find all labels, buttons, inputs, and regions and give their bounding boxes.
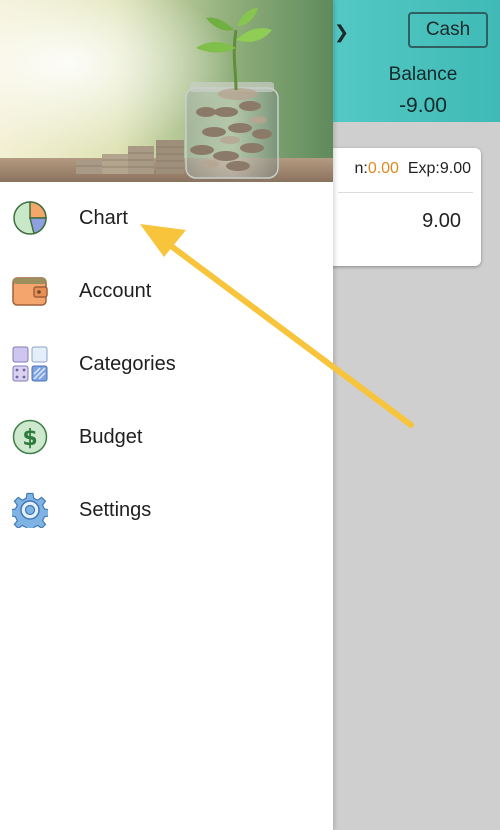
menu-item-settings[interactable]: Settings xyxy=(0,474,333,547)
menu-item-chart[interactable]: Chart xyxy=(0,182,333,255)
expense-label: Exp: xyxy=(407,160,440,177)
gear-icon xyxy=(9,492,50,533)
menu-item-account[interactable]: Account xyxy=(0,255,333,328)
wallet-icon xyxy=(12,273,48,309)
balance-value: -9.00 xyxy=(399,94,447,117)
income-value: 0.00 xyxy=(367,160,399,177)
navigation-drawer: Chart Account Categories $ Budget Settin… xyxy=(0,0,333,830)
menu-item-label: Categories xyxy=(79,353,176,375)
summary-card[interactable]: n:0.00 Exp:9.00 9.00 xyxy=(318,148,481,266)
menu-item-budget[interactable]: $ Budget xyxy=(0,401,333,474)
drawer-header-image xyxy=(0,0,333,182)
dollar-icon: $ xyxy=(12,419,48,455)
drawer-menu: Chart Account Categories $ Budget Settin… xyxy=(0,182,333,547)
card-divider xyxy=(338,192,473,193)
income-label: n: xyxy=(354,160,368,177)
chevron-right-icon[interactable]: ❯ xyxy=(334,22,349,43)
income-expense-row: n:0.00 Exp:9.00 xyxy=(318,160,471,186)
expense-value: 9.00 xyxy=(439,160,471,177)
menu-item-label: Budget xyxy=(79,426,143,448)
coin-jar-illustration xyxy=(0,0,333,182)
menu-item-label: Account xyxy=(79,280,152,302)
pie-chart-icon xyxy=(12,200,48,236)
cash-button[interactable]: Cash xyxy=(408,12,488,48)
menu-item-label: Settings xyxy=(79,499,152,521)
card-amount: 9.00 xyxy=(422,210,461,232)
balance-label: Balance xyxy=(388,64,458,85)
menu-item-categories[interactable]: Categories xyxy=(0,328,333,401)
menu-item-label: Chart xyxy=(79,207,128,229)
grid-icon xyxy=(12,346,48,382)
svg-text:$: $ xyxy=(22,426,37,451)
